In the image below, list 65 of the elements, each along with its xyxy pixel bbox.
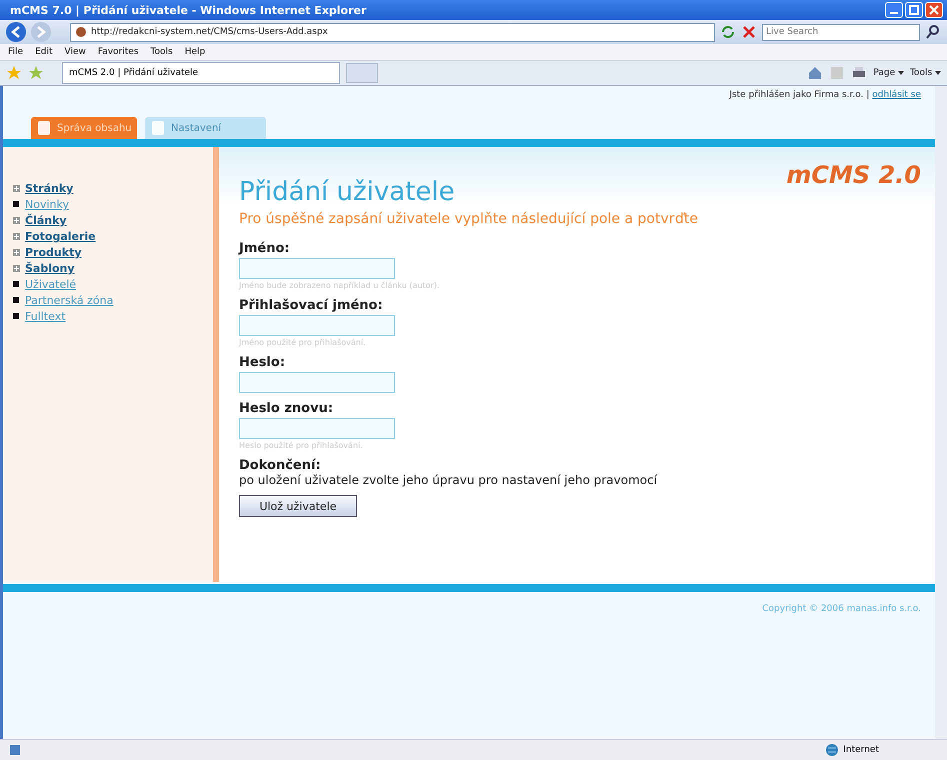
command-button[interactable]: Tools — [910, 68, 941, 78]
close-icon — [929, 5, 939, 15]
sidebar-link[interactable]: Fotogalerie — [25, 230, 96, 243]
minimize-button[interactable] — [885, 2, 903, 18]
copyright-text: Copyright © 2006 manas.info s.r.o. — [762, 604, 921, 614]
favorites-star-icon[interactable] — [6, 65, 22, 81]
forward-button[interactable] — [31, 22, 51, 42]
minimize-icon — [890, 12, 898, 14]
subheading: Pro úspěšné zapsání uživatele vyplňte následující pole a potvrďte — [239, 211, 699, 227]
field-label: Přihlašovací jméno: — [239, 298, 383, 313]
input-field[interactable] — [239, 418, 395, 439]
expand-icon[interactable] — [13, 217, 20, 224]
instruction-text: po uložení uživatele zvolte jeho úpravu pro nastavení jeho pravomocí — [239, 473, 658, 487]
add-favorite-star-icon[interactable] — [28, 65, 44, 81]
field-label: Jméno: — [239, 241, 290, 256]
address-field[interactable]: http://redakcni-system.net/CMS/cms-Users-Add.aspx — [70, 22, 715, 42]
search-field[interactable]: Live Search — [762, 24, 920, 40]
save-button[interactable]: Ulož uživatele — [239, 495, 357, 517]
input-field[interactable] — [239, 372, 395, 393]
menu-item[interactable]: Help — [184, 47, 206, 57]
input-field[interactable] — [239, 315, 395, 336]
sidebar-link[interactable]: Stránky — [25, 182, 74, 195]
menu-item[interactable]: File — [8, 47, 24, 57]
bullet-icon — [13, 313, 20, 320]
browser-tab[interactable]: mCMS 2.0 | Přidání uživatele — [62, 62, 340, 84]
refresh-icon[interactable] — [720, 24, 736, 40]
maximize-icon — [909, 5, 919, 15]
field-label: Heslo znovu: — [239, 401, 334, 416]
input-field[interactable] — [239, 258, 395, 279]
sidebar-link[interactable]: Produkty — [25, 246, 82, 259]
login-text: Jste přihlášen jako Firma s.r.o. | — [729, 90, 870, 100]
logout-link[interactable]: odhlásit se — [872, 90, 921, 100]
menu-item[interactable]: Favorites — [98, 47, 139, 57]
stop-icon[interactable] — [741, 24, 757, 40]
menu-item[interactable]: Tools — [150, 47, 173, 57]
sidebar-link[interactable]: Šablony — [25, 262, 75, 275]
close-button[interactable] — [925, 2, 943, 18]
new-tab-button[interactable] — [346, 63, 378, 83]
document-icon — [37, 120, 51, 136]
sidebar-link[interactable]: Články — [25, 214, 67, 227]
field-label: Heslo: — [239, 355, 286, 370]
command-button[interactable]: Page — [873, 68, 904, 78]
field-label: Dokončení: — [239, 458, 322, 473]
menu-item[interactable]: View — [64, 47, 86, 57]
search-icon[interactable] — [925, 24, 941, 40]
logo: mCMS 2.0 — [786, 161, 921, 189]
window-title: mCMS 7.0 | Přidání uživatele - Windows Internet Explorer — [10, 4, 368, 16]
security-zone: Internet — [843, 745, 879, 755]
expand-icon[interactable] — [13, 233, 20, 240]
menu-item[interactable]: Edit — [35, 47, 52, 57]
maximize-button[interactable] — [905, 2, 923, 18]
expand-icon[interactable] — [13, 265, 20, 272]
page-heading: Přidání uživatele — [239, 177, 455, 207]
expand-icon[interactable] — [13, 249, 20, 256]
bullet-icon — [13, 281, 20, 288]
bullet-icon — [13, 201, 20, 208]
caret-icon — [935, 71, 941, 75]
home-icon[interactable] — [807, 65, 824, 81]
globe-icon — [825, 743, 840, 757]
document-icon — [151, 120, 165, 136]
caret-icon — [898, 71, 904, 75]
bullet-icon — [13, 297, 20, 304]
expand-icon[interactable] — [13, 185, 20, 192]
back-button[interactable] — [6, 22, 26, 42]
url-text: http://redakcni-system.net/CMS/cms-Users-Add.aspx — [91, 27, 328, 37]
